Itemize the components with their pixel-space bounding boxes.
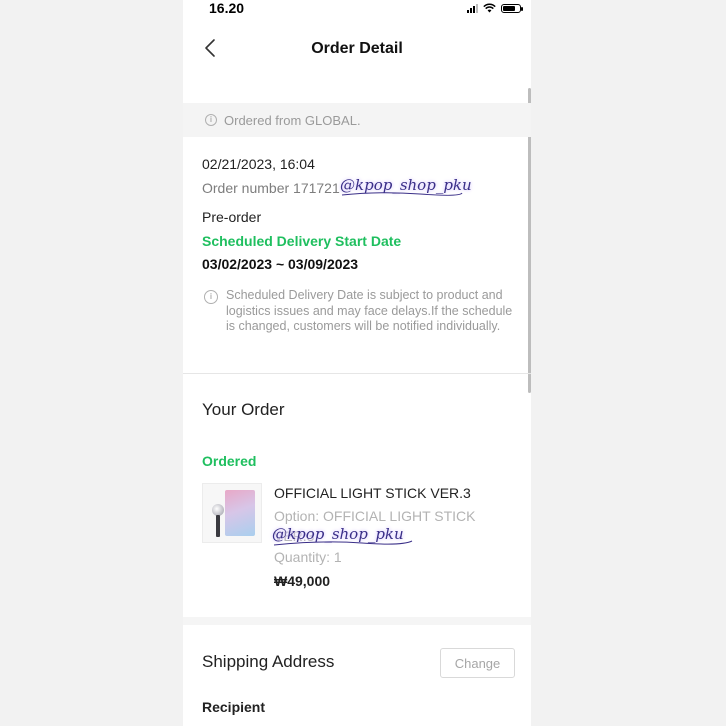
watermark-underline xyxy=(273,540,413,546)
product-thumbnail[interactable] xyxy=(202,483,262,543)
disclaimer-text: Scheduled Delivery Date is subject to pr… xyxy=(226,288,513,333)
info-icon: i xyxy=(205,114,217,126)
info-icon: i xyxy=(204,290,218,304)
watermark-stamp: @kpop_shop_pku xyxy=(340,176,472,196)
order-number: Order number 171721 xyxy=(202,180,340,196)
your-order-heading: Your Order xyxy=(202,400,285,419)
status-icons xyxy=(467,3,523,13)
order-origin-notice: i Ordered from GLOBAL. xyxy=(183,103,531,137)
recipient-label: Recipient xyxy=(202,699,266,715)
order-datetime: 02/21/2023, 16:04 xyxy=(202,156,315,172)
status-bar: 16.20 xyxy=(183,0,531,18)
section-divider xyxy=(183,617,531,625)
battery-icon xyxy=(501,3,523,13)
product-quantity: Quantity: 1 xyxy=(274,549,342,565)
change-address-button[interactable]: Change xyxy=(440,648,515,678)
watermark-stamp: @kpop_shop_pku xyxy=(272,525,413,546)
schedule-label: Scheduled Delivery Start Date xyxy=(202,233,402,249)
order-status: Ordered xyxy=(202,453,257,469)
shipping-address-heading: Shipping Address xyxy=(202,652,335,671)
section-divider xyxy=(183,373,531,374)
cellular-signal-icon xyxy=(467,3,478,13)
app-screen: 16.20 Order Detail i Ordered from GLOBAL… xyxy=(183,0,531,726)
product-box-image xyxy=(225,490,255,536)
nav-header: Order Detail xyxy=(183,30,531,70)
order-origin-text: Ordered from GLOBAL. xyxy=(224,113,361,128)
light-stick-handle xyxy=(216,515,220,537)
page-title: Order Detail xyxy=(311,40,403,57)
status-time: 16.20 xyxy=(209,0,245,16)
watermark-underline xyxy=(341,192,463,196)
order-type: Pre-order xyxy=(202,209,262,225)
product-price: ₩49,000 xyxy=(274,573,331,589)
schedule-range: 03/02/2023 ~ 03/09/2023 xyxy=(202,256,359,272)
wifi-icon xyxy=(483,3,496,13)
product-name[interactable]: OFFICIAL LIGHT STICK VER.3 xyxy=(274,485,471,501)
